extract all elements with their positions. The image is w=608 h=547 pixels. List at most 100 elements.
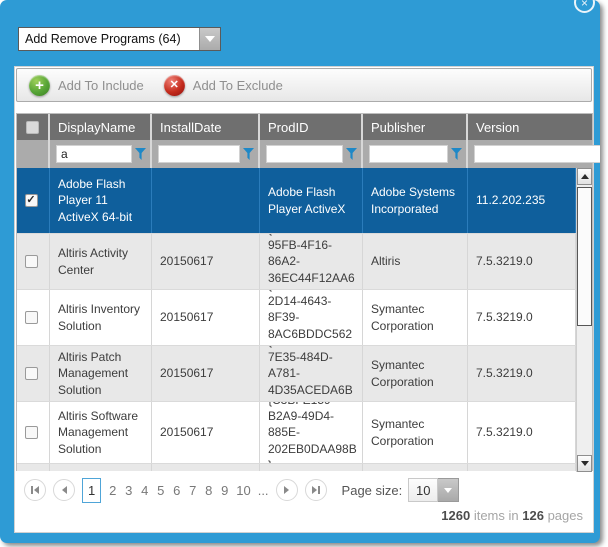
page-number-button[interactable]: 3 [124, 483, 133, 498]
filter-cell-displayname [50, 140, 152, 168]
checkbox-icon[interactable] [25, 311, 38, 324]
cell-version: 7.5.3219.0 [468, 346, 576, 401]
cell-installdate: 20150617 [152, 346, 260, 401]
page-ellipsis-button[interactable]: ... [258, 483, 269, 498]
filter-input-publisher[interactable] [369, 145, 448, 163]
dropdown-arrow-button[interactable] [199, 28, 220, 50]
column-header-displayname[interactable]: DisplayName [50, 114, 152, 140]
close-button[interactable]: × [574, 0, 595, 13]
row-checkbox-cell[interactable] [17, 234, 50, 289]
status-bar: 1260 items in 126 pages [441, 508, 583, 523]
cell-version: 7.5.3219.0 [468, 402, 576, 463]
add-to-include-label: Add To Include [58, 78, 144, 93]
programs-grid: DisplayName InstallDate ProdID Publisher… [16, 113, 593, 471]
add-to-exclude-label: Add To Exclude [193, 78, 283, 93]
grid-body: Adobe Flash Player 11 ActiveX 64-bit Ado… [17, 168, 592, 472]
filter-cell-installdate [152, 140, 260, 168]
select-all-checkbox[interactable] [26, 121, 39, 134]
scroll-down-button[interactable] [577, 455, 592, 472]
table-row[interactable]: Altiris Inventory Solution 20150617 {4F6… [17, 290, 576, 346]
cell-prodid: {C3BFE159-B2A9-49D4-885E-202EB0DAA98B} [260, 402, 363, 463]
page-number-button[interactable]: 10 [236, 483, 250, 498]
arrow-right-icon [312, 486, 317, 494]
filter-input-displayname[interactable] [56, 145, 132, 163]
arrow-left-icon [34, 486, 39, 494]
cell-publisher: Symantec Corporation [363, 290, 468, 345]
x-circle-icon: ✕ [164, 75, 185, 96]
filter-cell-empty [17, 140, 50, 168]
cell-installdate: 20150617 [152, 290, 260, 345]
column-header-prodid[interactable]: ProdID [260, 114, 363, 140]
cell-installdate [152, 168, 260, 233]
table-row[interactable]: Altiris Activity Center 20150617 {9996C2… [17, 234, 576, 290]
scroll-up-button[interactable] [577, 168, 592, 185]
filter-cell-publisher [363, 140, 468, 168]
select-all-cell[interactable] [17, 114, 50, 140]
plus-circle-icon: + [29, 75, 50, 96]
page-number-button[interactable]: 2 [108, 483, 117, 498]
table-row[interactable]: Adobe Flash Player 11 ActiveX 64-bit Ado… [17, 168, 576, 234]
last-page-button[interactable] [305, 479, 327, 501]
column-header-version[interactable]: Version [468, 114, 592, 140]
page-number-button[interactable]: 5 [156, 483, 165, 498]
add-to-include-button[interactable]: + Add To Include [27, 75, 156, 96]
item-count: 1260 [441, 508, 470, 523]
arrow-down-icon [581, 461, 589, 466]
row-checkbox-cell[interactable] [17, 168, 50, 233]
column-header-publisher[interactable]: Publisher [363, 114, 468, 140]
cell-displayname: Adobe Flash Player 11 ActiveX 64-bit [50, 168, 152, 233]
filter-input-installdate[interactable] [158, 145, 240, 163]
close-icon: × [581, 0, 588, 9]
row-checkbox-cell[interactable] [17, 346, 50, 401]
page-number-button[interactable]: 6 [172, 483, 181, 498]
vertical-scrollbar[interactable] [576, 168, 592, 472]
page-number-button[interactable]: 7 [188, 483, 197, 498]
page-number-current[interactable]: 1 [82, 478, 101, 503]
cell-publisher: Symantec Corporation [363, 402, 468, 463]
scrollbar-track[interactable] [577, 185, 592, 455]
report-type-dropdown[interactable]: Add Remove Programs (64) [18, 27, 221, 51]
scrollbar-thumb[interactable] [577, 187, 592, 326]
chevron-down-icon [205, 36, 215, 42]
checkbox-icon[interactable] [25, 426, 38, 439]
page-number-button[interactable]: 9 [220, 483, 229, 498]
first-page-button[interactable] [24, 479, 46, 501]
cell-displayname: Altiris Patch Management Solution [50, 346, 152, 401]
pages-text: pages [548, 508, 583, 523]
grid-rows: Adobe Flash Player 11 ActiveX 64-bit Ado… [17, 168, 576, 472]
filter-icon[interactable] [451, 148, 462, 160]
grid-header-row: DisplayName InstallDate ProdID Publisher… [17, 114, 592, 140]
filter-input-version[interactable] [474, 145, 600, 163]
checkbox-icon[interactable] [25, 194, 38, 207]
filter-icon[interactable] [135, 148, 146, 160]
arrow-up-icon [581, 174, 589, 179]
row-checkbox-cell[interactable] [17, 402, 50, 463]
cell-version: 11.2.202.235 [468, 168, 576, 233]
page-size-value[interactable]: 10 [408, 478, 438, 502]
row-checkbox-cell[interactable] [17, 290, 50, 345]
page-number-button[interactable]: 4 [140, 483, 149, 498]
cell-version: 7.5.3219.0 [468, 234, 576, 289]
toolbar: + Add To Include ✕ Add To Exclude [16, 68, 592, 102]
checkbox-icon[interactable] [25, 255, 38, 268]
filter-icon[interactable] [243, 148, 254, 160]
cell-publisher: Symantec Corporation [363, 346, 468, 401]
filter-icon[interactable] [346, 148, 357, 160]
chevron-down-icon [444, 488, 452, 493]
next-page-button[interactable] [276, 479, 298, 501]
column-header-installdate[interactable]: InstallDate [152, 114, 260, 140]
arrow-left-icon [62, 486, 67, 494]
grid-filter-row [17, 140, 592, 168]
cell-prodid: {9996C2A8-95FB-4F16-86A2-36EC44F12AA6} [260, 234, 363, 289]
table-row[interactable]: Altiris Patch Management Solution 201506… [17, 346, 576, 402]
add-to-exclude-button[interactable]: ✕ Add To Exclude [162, 75, 295, 96]
page-number-button[interactable]: 8 [204, 483, 213, 498]
cell-prodid: {4F6DBDA4-2D14-4643-8F39-8AC6BDDC562E} [260, 290, 363, 345]
cell-displayname: Altiris Activity Center [50, 234, 152, 289]
checkbox-icon[interactable] [25, 367, 38, 380]
filter-input-prodid[interactable] [266, 145, 343, 163]
page-size-dropdown-button[interactable] [438, 478, 459, 502]
prev-page-button[interactable] [53, 479, 75, 501]
table-row[interactable]: Altiris Software Management Solution 201… [17, 402, 576, 464]
pagination-bar: 1 2 3 4 5 6 7 8 9 10 ... Page size: 10 [24, 476, 459, 504]
